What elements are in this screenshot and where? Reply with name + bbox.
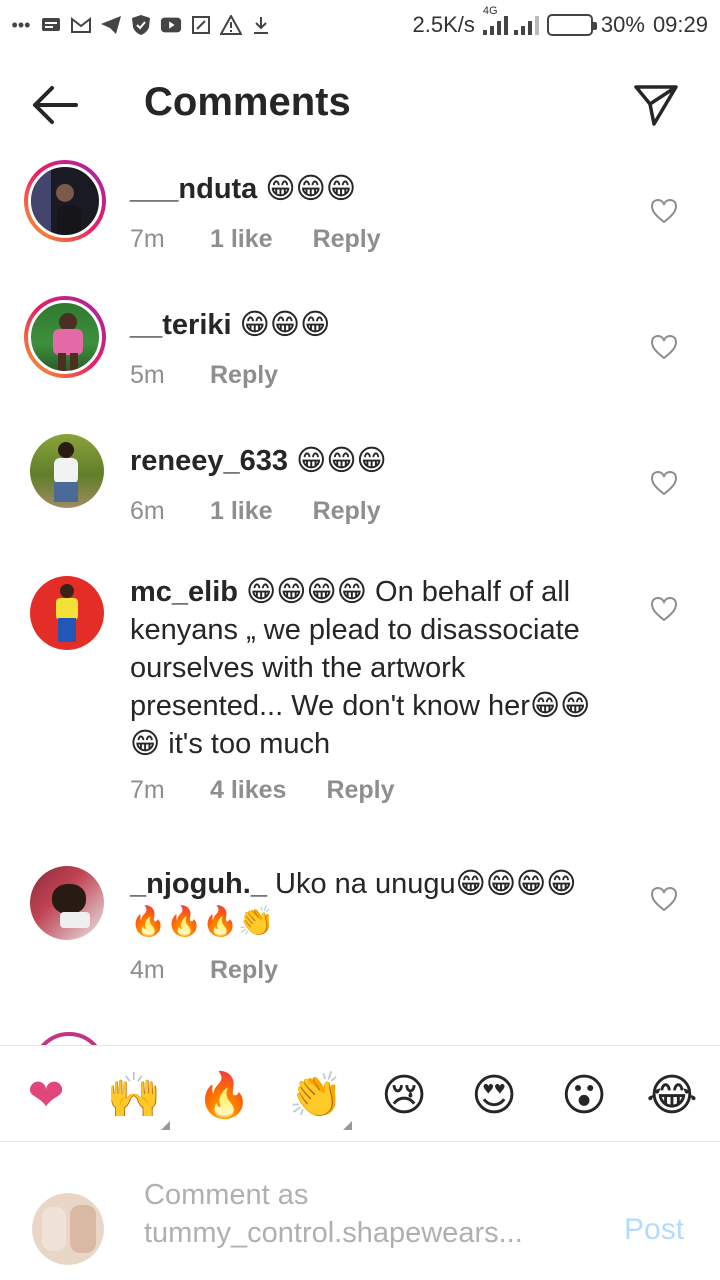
emoji-surprised[interactable]: 😮	[556, 1068, 612, 1124]
avatar[interactable]	[24, 160, 106, 242]
gmail-icon	[70, 15, 92, 35]
comment-item: ___nduta 😁😁😁 7m 1 like Reply	[0, 160, 720, 290]
comment-time: 7m	[130, 225, 165, 253]
heart-outline-icon	[650, 198, 678, 224]
comment-meta: 5m Reply	[130, 361, 278, 390]
comment-likes[interactable]: 1 like	[210, 225, 273, 254]
comment-message: 😁😁😁	[231, 309, 331, 341]
header: Comments	[0, 60, 720, 150]
paper-plane-icon	[634, 85, 678, 126]
comment-time: 4m	[130, 956, 165, 984]
heart-outline-icon	[650, 886, 678, 912]
comment-text: mc_elib 😁😁😁😁 On behalf of all kenyans „ …	[130, 573, 600, 763]
comment-input[interactable]: Comment as tummy_control.shapewears...	[144, 1176, 584, 1252]
heart-outline-icon	[650, 334, 678, 360]
screenshot-icon	[190, 15, 212, 35]
arrow-left-icon	[33, 86, 78, 124]
net-speed: 2.5K/s	[412, 12, 475, 37]
comment-time: 7m	[130, 776, 165, 804]
comment-likes[interactable]: 1 like	[210, 497, 273, 526]
reply-button[interactable]: Reply	[210, 956, 278, 985]
emoji-glyph: 🙌	[106, 1071, 162, 1120]
emoji-heart-eyes[interactable]: 😍	[466, 1068, 522, 1124]
comment-meta: 7m 1 like Reply	[130, 225, 381, 254]
status-icons-left: •••	[10, 15, 272, 35]
comment-username[interactable]: ___nduta	[130, 173, 257, 205]
comment-item: mc_elib 😁😁😁😁 On behalf of all kenyans „ …	[0, 570, 720, 820]
share-button[interactable]	[632, 82, 680, 128]
post-button[interactable]: Post	[624, 1213, 684, 1247]
reply-button[interactable]: Reply	[313, 497, 381, 526]
emoji-glyph: 👏	[288, 1071, 344, 1120]
avatar[interactable]	[30, 576, 104, 650]
comments-list[interactable]: ___nduta 😁😁😁 7m 1 like Reply __teriki 😁😁…	[0, 150, 720, 1045]
avatar[interactable]	[30, 434, 104, 508]
telegram-icon	[100, 15, 122, 35]
avatar	[32, 1032, 106, 1045]
battery-percent: 30%	[600, 12, 645, 37]
comment-time: 5m	[130, 361, 165, 389]
battery-icon	[546, 14, 597, 36]
comment-item-partial	[0, 1032, 720, 1045]
comment-message: 😁😁😁	[257, 173, 357, 205]
emoji-heart[interactable]: ❤	[18, 1068, 74, 1124]
signal-icon: 4G	[482, 5, 539, 35]
emoji-crying[interactable]: 😢	[376, 1068, 432, 1124]
comment-username[interactable]: reneey_633	[130, 445, 288, 477]
comment-text: ___nduta 😁😁😁	[130, 170, 590, 208]
youtube-icon	[160, 15, 182, 35]
reply-button[interactable]: Reply	[326, 776, 394, 805]
emoji-clap[interactable]: 👏	[288, 1068, 352, 1130]
comment-likes[interactable]: 4 likes	[210, 776, 286, 805]
status-bar: ••• 2.5K/s 4G 30% 09:29	[0, 0, 720, 50]
comment-text: __teriki 😁😁😁	[130, 306, 590, 344]
comment-item: reneey_633 😁😁😁 6m 1 like Reply	[0, 434, 720, 564]
my-avatar	[32, 1193, 104, 1265]
back-button[interactable]	[30, 82, 80, 128]
heart-outline-icon	[650, 470, 678, 496]
avatar[interactable]	[30, 866, 104, 940]
emoji-raised-hands[interactable]: 🙌	[106, 1068, 170, 1130]
heart-outline-icon	[650, 596, 678, 622]
comment-meta: 7m 4 likes Reply	[130, 776, 395, 805]
like-button[interactable]	[650, 334, 678, 360]
emoji-laughing[interactable]: 😂	[644, 1068, 700, 1124]
like-button[interactable]	[650, 470, 678, 496]
comment-text: reneey_633 😁😁😁	[130, 442, 590, 480]
comment-meta: 4m Reply	[130, 956, 278, 985]
status-icons-right: 2.5K/s 4G 30% 09:29	[412, 5, 708, 38]
comment-time: 6m	[130, 497, 165, 525]
clock: 09:29	[652, 12, 708, 37]
like-button[interactable]	[650, 886, 678, 912]
comment-composer: Comment as tummy_control.shapewears... P…	[0, 1143, 720, 1280]
comment-username[interactable]: mc_elib	[130, 576, 238, 608]
comment-text: _njoguh._ Uko na unugu😁😁😁😁🔥🔥🔥👏	[130, 865, 590, 941]
comment-username[interactable]: _njoguh._	[130, 868, 267, 900]
network-type: 4G	[482, 5, 498, 17]
like-button[interactable]	[650, 198, 678, 224]
warning-icon	[220, 15, 242, 35]
comment-item: _njoguh._ Uko na unugu😁😁😁😁🔥🔥🔥👏 4m Reply	[0, 862, 720, 1012]
reply-button[interactable]: Reply	[313, 225, 381, 254]
emoji-fire[interactable]: 🔥	[196, 1068, 252, 1124]
more-icon: •••	[11, 14, 31, 35]
reply-button[interactable]: Reply	[210, 361, 278, 390]
comment-item: __teriki 😁😁😁 5m Reply	[0, 296, 720, 426]
download-icon	[250, 15, 272, 35]
message-icon	[40, 15, 62, 35]
shield-icon	[130, 15, 152, 35]
emoji-quick-bar: ❤ 🙌 🔥 👏 😢 😍 😮 😂	[0, 1045, 720, 1142]
page-title: Comments	[144, 80, 351, 124]
avatar[interactable]	[24, 296, 106, 378]
comment-meta: 6m 1 like Reply	[130, 497, 381, 526]
comment-username[interactable]: __teriki	[130, 309, 232, 341]
like-button[interactable]	[650, 596, 678, 622]
comment-message: 😁😁😁	[288, 445, 387, 477]
